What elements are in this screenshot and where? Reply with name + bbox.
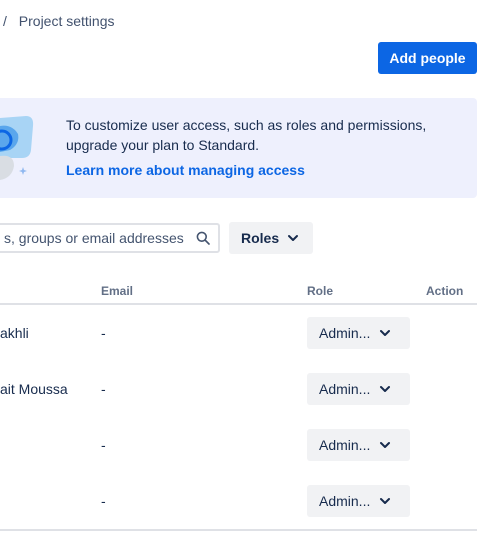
chevron-down-icon — [380, 386, 391, 392]
chevron-down-icon — [380, 330, 391, 336]
user-email: - — [101, 325, 106, 341]
user-name: ait Moussa — [0, 381, 68, 397]
user-email: - — [101, 437, 106, 453]
table-row: ait Moussa - Admin... — [0, 361, 477, 417]
role-select-value: Admin... — [319, 325, 371, 341]
table-row: akhli - Admin... — [0, 305, 477, 361]
role-select-value: Admin... — [319, 493, 371, 509]
learn-more-link[interactable]: Learn more about managing access — [66, 162, 305, 178]
roles-filter-button[interactable]: Roles — [229, 222, 313, 254]
role-select[interactable]: Admin... — [307, 373, 410, 405]
roles-filter-label: Roles — [241, 230, 280, 246]
upgrade-banner: To customize user access, such as roles … — [0, 98, 477, 198]
chevron-down-icon — [380, 498, 391, 504]
role-select-value: Admin... — [319, 437, 371, 453]
role-select[interactable]: Admin... — [307, 485, 410, 517]
add-people-button[interactable]: Add people — [378, 42, 477, 74]
breadcrumb-current[interactable]: Project settings — [19, 13, 115, 29]
column-header-action: Action — [426, 284, 464, 298]
user-email: - — [101, 493, 106, 509]
role-select[interactable]: Admin... — [307, 317, 410, 349]
breadcrumb: / Project settings — [3, 13, 115, 29]
breadcrumb-separator: / — [3, 13, 7, 29]
project-settings-access-page: / Project settings Add people To customi… — [0, 0, 496, 536]
column-header-email: Email — [101, 284, 134, 298]
table-row: - Admin... — [0, 473, 477, 529]
column-header-role: Role — [307, 284, 334, 298]
access-illustration-icon — [0, 116, 34, 180]
search-icon[interactable] — [196, 231, 210, 245]
chevron-down-icon — [288, 235, 299, 241]
banner-message: To customize user access, such as roles … — [66, 117, 427, 153]
role-select-value: Admin... — [319, 381, 371, 397]
role-select[interactable]: Admin... — [307, 429, 410, 461]
search-input[interactable] — [0, 225, 192, 251]
user-email: - — [101, 381, 106, 397]
table-row: - Admin... — [0, 417, 477, 473]
user-name: akhli — [0, 325, 29, 341]
table-footer-divider — [0, 529, 477, 531]
chevron-down-icon — [380, 442, 391, 448]
search-field[interactable] — [0, 223, 220, 253]
